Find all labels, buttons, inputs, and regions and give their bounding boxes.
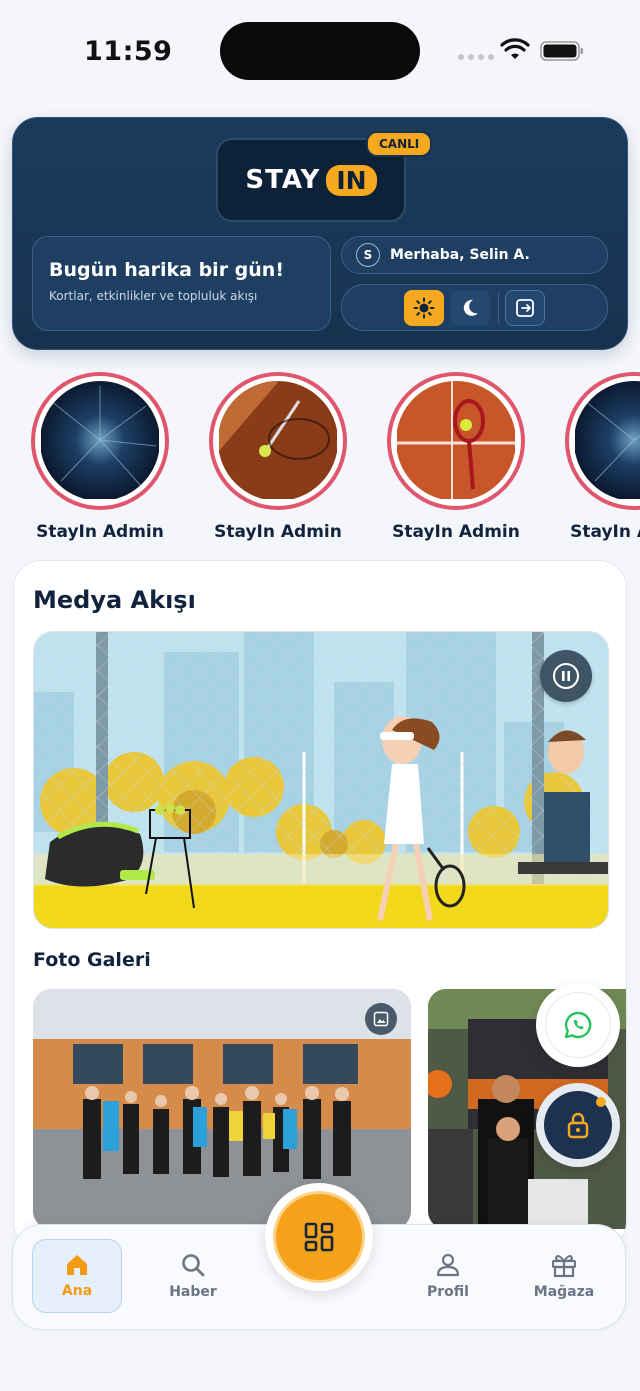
story-name: StayIn Admin (392, 522, 520, 542)
nav-home[interactable]: Ana (32, 1239, 122, 1313)
story-name: StayIn Admin (570, 522, 640, 542)
story-item[interactable]: StayIn Admin (564, 372, 640, 542)
story-item[interactable]: StayIn Admin (386, 372, 526, 542)
nav-store-label: Mağaza (533, 1284, 595, 1300)
lock-icon (567, 1112, 589, 1139)
signal-icon (458, 54, 494, 60)
header-card: STAY IN CANLI Bugün harika bir gün! Kort… (12, 117, 628, 350)
live-badge: CANLI (366, 131, 433, 157)
status-bar: 11:59 (0, 0, 640, 100)
logout-button[interactable] (505, 290, 545, 326)
gift-icon (551, 1255, 577, 1278)
logo-stay-text: STAY (245, 165, 321, 195)
story-name: StayIn Admin (36, 522, 164, 542)
story-item[interactable]: StayIn Admin (30, 372, 170, 542)
nav-news[interactable]: Haber (148, 1239, 238, 1313)
nav-profile-label: Profil (427, 1284, 469, 1300)
story-image (574, 381, 640, 501)
user-icon (436, 1253, 460, 1277)
greeting-title: Bugün harika bir gün! (49, 259, 284, 281)
dynamic-island (220, 22, 420, 80)
battery-icon (540, 41, 583, 61)
notification-dot (596, 1097, 606, 1107)
greeting-subtitle: Kortlar, etkinlikler ve topluluk akışı (49, 289, 258, 303)
pause-icon (553, 663, 579, 689)
image-icon (365, 1003, 397, 1035)
home-icon (67, 1255, 87, 1275)
bottom-safe-area (0, 1338, 640, 1391)
greeting-box: Bugün harika bir gün! Kortlar, etkinlikl… (32, 236, 331, 331)
wifi-icon (500, 38, 530, 59)
nav-profile[interactable]: Profil (403, 1239, 493, 1313)
media-title: Medya Akışı (33, 586, 196, 614)
gallery-photo[interactable] (33, 989, 411, 1229)
nav-news-label: Haber (169, 1284, 217, 1300)
moon-icon (463, 299, 478, 316)
divider (498, 293, 499, 323)
dark-mode-button[interactable] (450, 290, 490, 326)
avatar: S (356, 243, 380, 267)
story-image (218, 381, 338, 501)
whatsapp-icon (564, 1011, 592, 1039)
nav-store[interactable]: Mağaza (519, 1239, 609, 1313)
story-item[interactable]: StayIn Admin (208, 372, 348, 542)
status-time: 11:59 (84, 36, 173, 67)
whatsapp-button[interactable] (536, 983, 620, 1067)
header-controls (341, 284, 608, 331)
nav-home-label: Ana (61, 1283, 93, 1299)
gallery-title: Foto Galeri (33, 949, 151, 971)
pause-button[interactable] (540, 650, 592, 702)
story-name: StayIn Admin (214, 522, 342, 542)
light-mode-button[interactable] (404, 290, 444, 326)
logo-in-text: IN (326, 164, 377, 196)
logout-icon (516, 299, 534, 317)
story-image (396, 381, 516, 501)
sun-icon (413, 297, 435, 319)
lock-button[interactable] (536, 1083, 620, 1167)
media-video[interactable] (33, 631, 609, 929)
search-icon (182, 1254, 205, 1277)
story-image (40, 381, 160, 501)
user-greeting-pill[interactable]: S Merhaba, Selin A. (341, 236, 608, 274)
media-card: Medya Akışı Foto Galeri (13, 560, 627, 1250)
grid-icon (304, 1222, 334, 1252)
stories-row: StayIn Admin StayIn Admin StayIn Admin S… (0, 372, 640, 552)
qr-scan-button[interactable] (265, 1183, 373, 1291)
user-greeting: Merhaba, Selin A. (390, 247, 530, 263)
